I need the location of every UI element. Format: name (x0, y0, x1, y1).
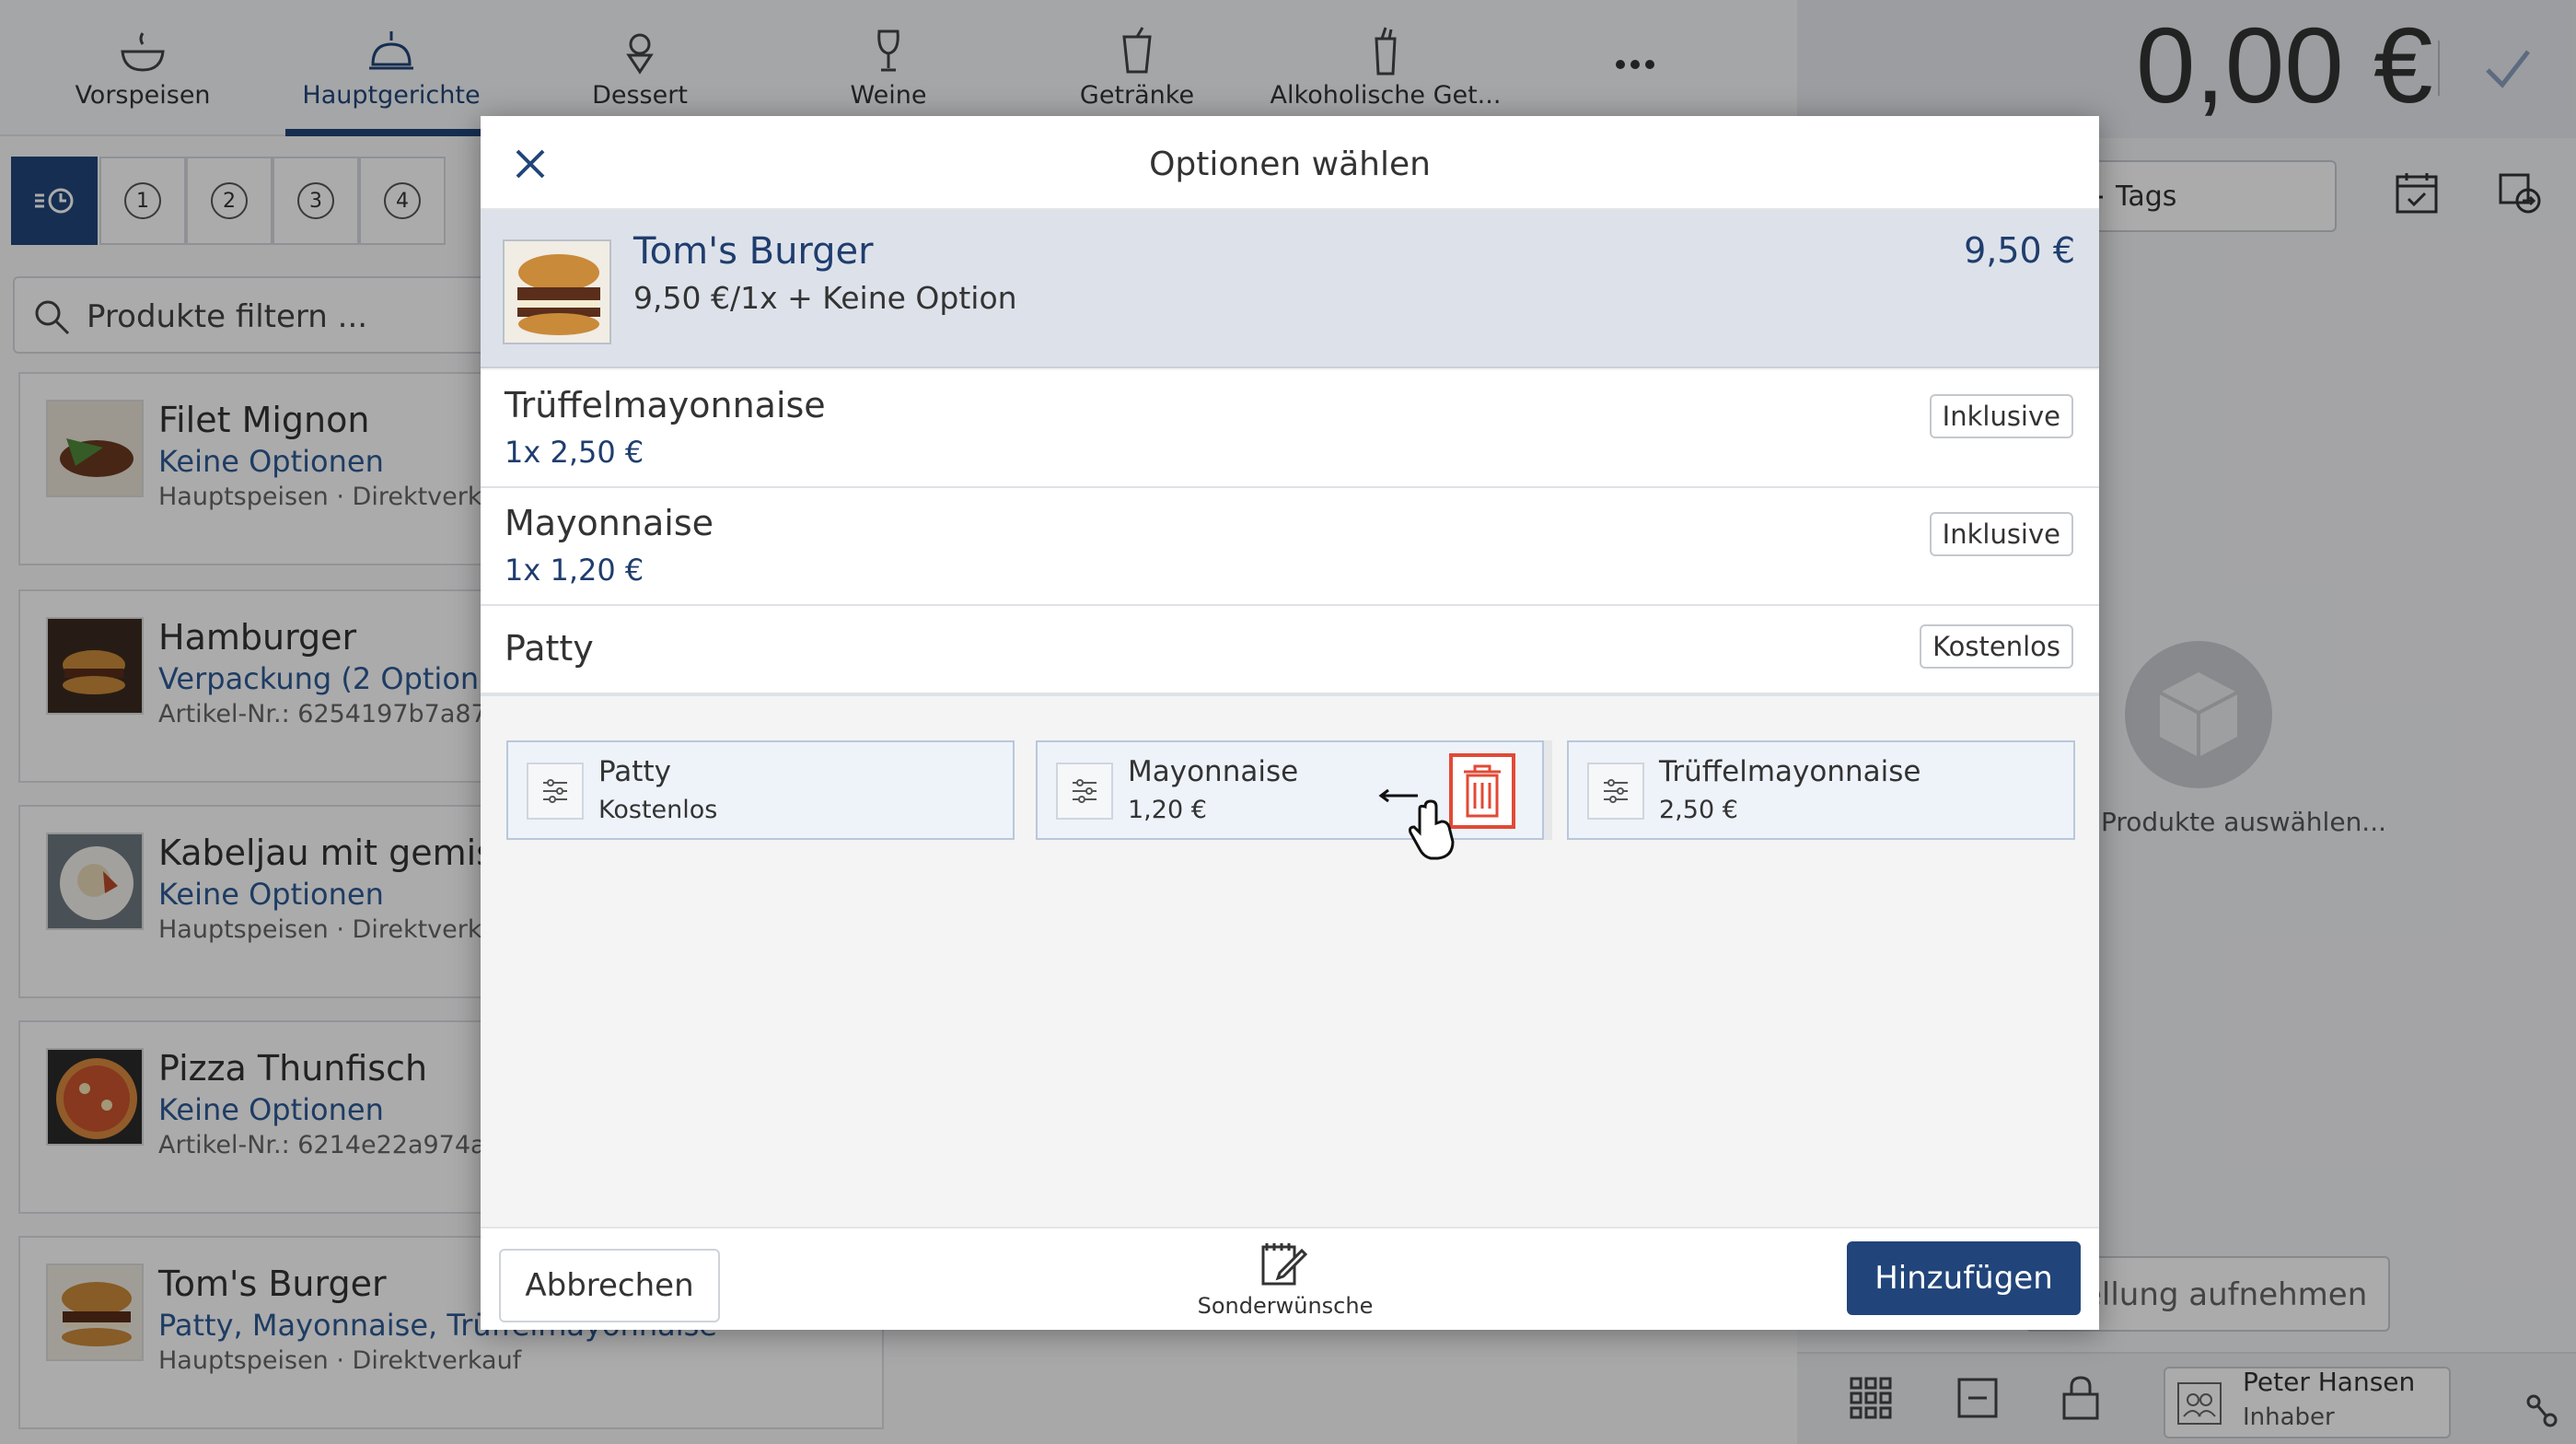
dialog-header: Optionen wählen (481, 116, 2099, 210)
option-name: Mayonnaise (505, 503, 714, 543)
selected-product-header: Tom's Burger 9,50 €/1x + Keine Option 9,… (481, 210, 2099, 368)
option-value: 1x 2,50 € (505, 435, 644, 470)
selected-option-chip-trueffelmayonnaise[interactable]: Trüffelmayonnaise 2,50 € (1567, 740, 2075, 840)
special-requests-label[interactable]: Sonderwünsche (1180, 1293, 1390, 1319)
cancel-button[interactable]: Abbrechen (499, 1249, 720, 1322)
option-badge: Kostenlos (1920, 624, 2073, 669)
chip-name: Patty (598, 755, 671, 788)
product-price: 9,50 € (1964, 230, 2075, 271)
chip-value: Kostenlos (598, 796, 718, 824)
option-name: Patty (505, 628, 594, 669)
product-name: Tom's Burger (633, 230, 874, 273)
option-badge: Inklusive (1929, 394, 2073, 438)
dialog-title: Optionen wählen (1149, 146, 1431, 183)
chip-value: 2,50 € (1659, 796, 1738, 824)
swipe-hand-icon (1377, 786, 1466, 864)
sliders-icon (1587, 763, 1644, 820)
option-row-patty[interactable]: Patty Kostenlos (481, 606, 2099, 694)
option-name: Trüffelmayonnaise (505, 385, 826, 425)
product-image (503, 239, 611, 344)
options-dialog: Optionen wählen Tom's Burger 9,50 €/1x +… (481, 116, 2099, 1330)
divider (481, 694, 2099, 696)
sliders-icon (1056, 763, 1113, 820)
note-edit-icon[interactable] (1259, 1241, 1307, 1287)
add-button[interactable]: Hinzufügen (1847, 1241, 2081, 1315)
dialog-footer: Abbrechen Sonderwünsche Hinzufügen (481, 1227, 2099, 1330)
option-value: 1x 1,20 € (505, 553, 644, 588)
selected-option-chip-patty[interactable]: Patty Kostenlos (506, 740, 1015, 840)
product-subtitle: 9,50 €/1x + Keine Option (633, 280, 1017, 316)
chip-value: 1,20 € (1128, 796, 1207, 824)
chip-name: Mayonnaise (1128, 755, 1299, 788)
option-row-mayonnaise[interactable]: Mayonnaise 1x 1,20 € Inklusive (481, 488, 2099, 606)
chip-name: Trüffelmayonnaise (1659, 755, 1921, 788)
option-badge: Inklusive (1929, 512, 2073, 556)
option-row-trueffelmayonnaise[interactable]: Trüffelmayonnaise 1x 2,50 € Inklusive (481, 370, 2099, 488)
sliders-icon (527, 763, 584, 820)
